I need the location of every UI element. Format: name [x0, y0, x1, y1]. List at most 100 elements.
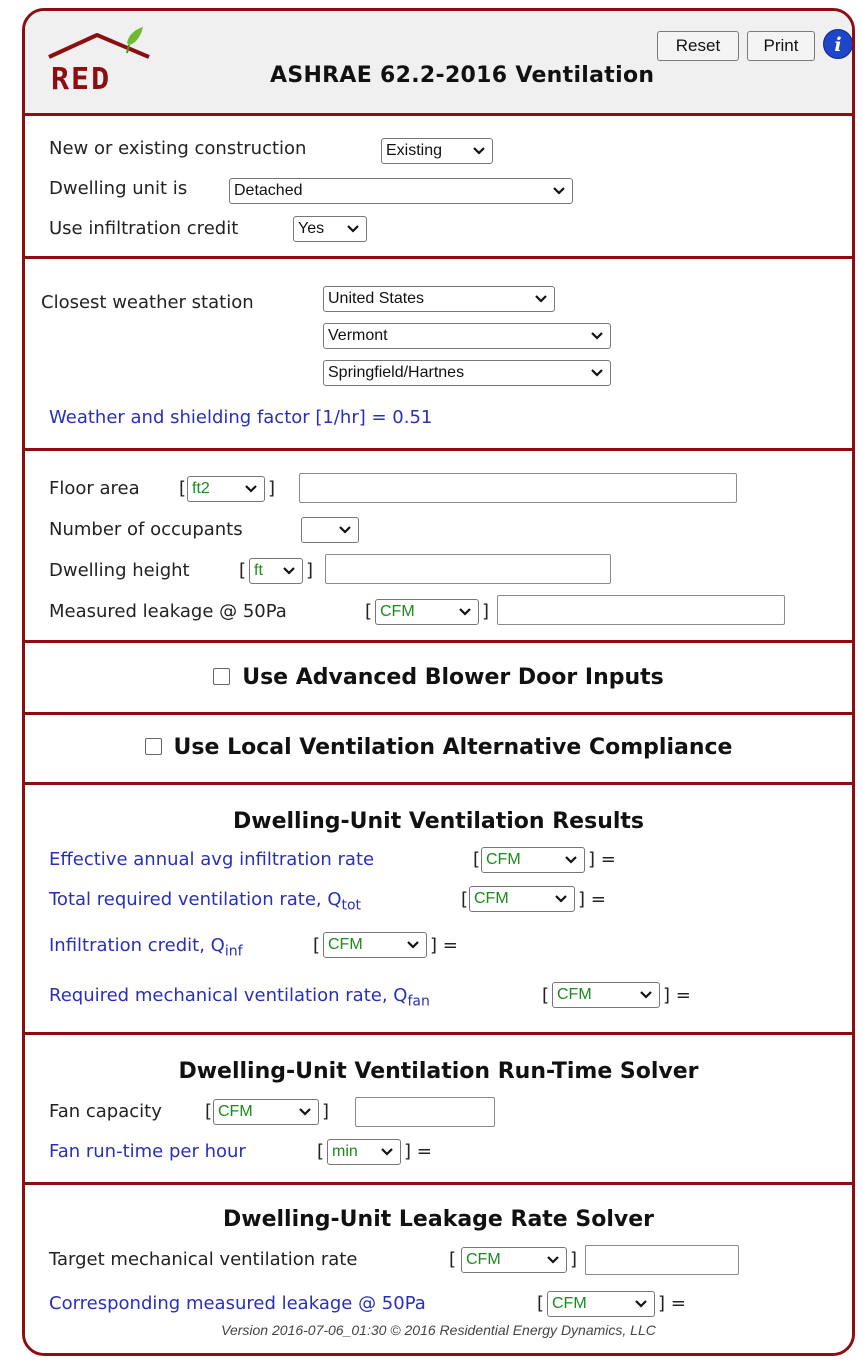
chevron-down-icon — [635, 1300, 647, 1308]
leakage-unit-select[interactable]: CFM — [375, 599, 479, 625]
bracket-close-equals: ] = — [430, 935, 458, 956]
local-ventilation-label: Use Local Ventilation Alternative Compli… — [173, 735, 733, 760]
shielding-factor-text: Weather and shielding factor [1/hr] = 0.… — [49, 407, 433, 428]
target-ventilation-label: Target mechanical ventilation rate — [49, 1249, 358, 1270]
runtime-solver-section: Dwelling-Unit Ventilation Run-Time Solve… — [25, 1035, 852, 1185]
new-existing-label: New or existing construction — [49, 138, 307, 159]
bracket-close-equals: ] = — [588, 849, 616, 870]
print-button[interactable]: Print — [747, 31, 815, 61]
local-ventilation-row[interactable]: Use Local Ventilation Alternative Compli… — [25, 735, 852, 760]
chevron-down-icon — [555, 895, 567, 903]
dwelling-height-input[interactable] — [325, 554, 611, 584]
bracket-close: ] — [570, 1249, 578, 1270]
results-section: Dwelling-Unit Ventilation Results Effect… — [25, 785, 852, 1035]
bracket-open: [ — [205, 1101, 213, 1122]
chevron-down-icon — [591, 332, 603, 340]
station-select[interactable]: Springfield/Hartnes — [323, 360, 611, 386]
fan-capacity-unit-select[interactable]: CFM — [213, 1099, 319, 1125]
info-icon[interactable]: i — [823, 29, 852, 59]
bracket-close: ] — [322, 1101, 330, 1122]
chevron-down-icon — [553, 187, 565, 195]
local-ventilation-checkbox[interactable] — [144, 737, 162, 755]
chevron-down-icon — [640, 991, 652, 999]
page-title: ASHRAE 62.2-2016 Ventilation — [270, 63, 655, 88]
measured-leakage-input[interactable] — [497, 595, 785, 625]
bracket-open: [ — [317, 1141, 325, 1162]
chevron-down-icon — [283, 567, 295, 575]
corresponding-leakage-unit-select[interactable]: CFM — [547, 1291, 655, 1317]
floor-area-input[interactable] — [299, 473, 737, 503]
bracket-open: [ — [473, 849, 481, 870]
infiltration-credit-result-label: Infiltration credit, Qinf — [49, 935, 243, 960]
mechanical-ventilation-unit-select[interactable]: CFM — [552, 982, 660, 1008]
chevron-down-icon — [407, 941, 419, 949]
occupants-select[interactable] — [301, 517, 359, 543]
leakage-solver-heading: Dwelling-Unit Leakage Rate Solver — [223, 1207, 654, 1232]
version-footer: Version 2016-07-06_01:30 © 2016 Resident… — [221, 1322, 656, 1338]
infiltration-credit-select[interactable]: Yes — [293, 216, 367, 242]
bracket-open: [ — [179, 478, 187, 499]
red-logo: RED — [48, 27, 150, 93]
bracket-close-equals: ] = — [404, 1141, 432, 1162]
infiltration-credit-unit-select[interactable]: CFM — [323, 932, 427, 958]
dwelling-height-label: Dwelling height — [49, 560, 190, 581]
advanced-blower-row[interactable]: Use Advanced Blower Door Inputs — [25, 665, 852, 690]
country-select[interactable]: United States — [323, 286, 555, 312]
chevron-down-icon — [347, 225, 359, 233]
fan-capacity-label: Fan capacity — [49, 1101, 162, 1122]
bracket-close: ] — [482, 601, 490, 622]
chevron-down-icon — [473, 147, 485, 155]
target-ventilation-unit-select[interactable]: CFM — [461, 1247, 567, 1273]
chevron-down-icon — [299, 1108, 311, 1116]
fan-runtime-label: Fan run-time per hour — [49, 1141, 246, 1162]
chevron-down-icon — [591, 369, 603, 377]
chevron-down-icon — [245, 485, 257, 493]
bracket-open: [ — [449, 1249, 457, 1270]
bracket-open: [ — [239, 560, 247, 581]
weather-station-label: Closest weather station — [41, 292, 254, 313]
state-select[interactable]: Vermont — [323, 323, 611, 349]
local-ventilation-section: Use Local Ventilation Alternative Compli… — [25, 715, 852, 785]
infiltration-rate-label: Effective annual avg infiltration rate — [49, 849, 375, 870]
measured-leakage-label: Measured leakage @ 50Pa — [49, 601, 287, 622]
bracket-close-equals: ] = — [578, 889, 606, 910]
bracket-open: [ — [365, 601, 373, 622]
bracket-open: [ — [537, 1293, 545, 1314]
dwelling-unit-select[interactable]: Detached — [229, 178, 573, 204]
corresponding-leakage-label: Corresponding measured leakage @ 50Pa — [49, 1293, 426, 1314]
chevron-down-icon — [547, 1256, 559, 1264]
chevron-down-icon — [565, 856, 577, 864]
chevron-down-icon — [459, 608, 471, 616]
new-existing-select[interactable]: Existing — [381, 138, 493, 164]
bracket-open: [ — [313, 935, 321, 956]
bracket-open: [ — [461, 889, 469, 910]
dwelling-inputs-section: Floor area [ ft2 ] Number of occupants D… — [25, 451, 852, 643]
infiltration-credit-label: Use infiltration credit — [49, 218, 239, 239]
reset-button[interactable]: Reset — [657, 31, 739, 61]
bracket-close-equals: ] = — [658, 1293, 686, 1314]
svg-text:RED: RED — [51, 62, 111, 93]
runtime-heading: Dwelling-Unit Ventilation Run-Time Solve… — [178, 1059, 699, 1084]
chevron-down-icon — [381, 1148, 393, 1156]
total-ventilation-unit-select[interactable]: CFM — [469, 886, 575, 912]
construction-section: New or existing construction Existing Dw… — [25, 116, 852, 259]
header: RED ASHRAE 62.2-2016 Ventilation Reset P… — [25, 11, 852, 116]
height-unit-select[interactable]: ft — [249, 558, 303, 584]
results-heading: Dwelling-Unit Ventilation Results — [232, 809, 645, 834]
floor-area-label: Floor area — [49, 478, 140, 499]
advanced-blower-checkbox[interactable] — [213, 667, 231, 685]
runtime-unit-select[interactable]: min — [327, 1139, 401, 1165]
fan-capacity-input[interactable] — [355, 1097, 495, 1127]
occupants-label: Number of occupants — [49, 519, 243, 540]
chevron-down-icon — [535, 295, 547, 303]
mechanical-ventilation-label: Required mechanical ventilation rate, Qf… — [49, 985, 430, 1010]
infiltration-rate-unit-select[interactable]: CFM — [481, 847, 585, 873]
weather-section: Closest weather station United States Ve… — [25, 259, 852, 451]
target-ventilation-input[interactable] — [585, 1245, 739, 1275]
dwelling-unit-label: Dwelling unit is — [49, 178, 188, 199]
bracket-close-equals: ] = — [663, 985, 691, 1006]
advanced-blower-section: Use Advanced Blower Door Inputs — [25, 643, 852, 715]
chevron-down-icon — [339, 526, 351, 534]
floor-area-unit-select[interactable]: ft2 — [187, 476, 265, 502]
bracket-close: ] — [306, 560, 314, 581]
